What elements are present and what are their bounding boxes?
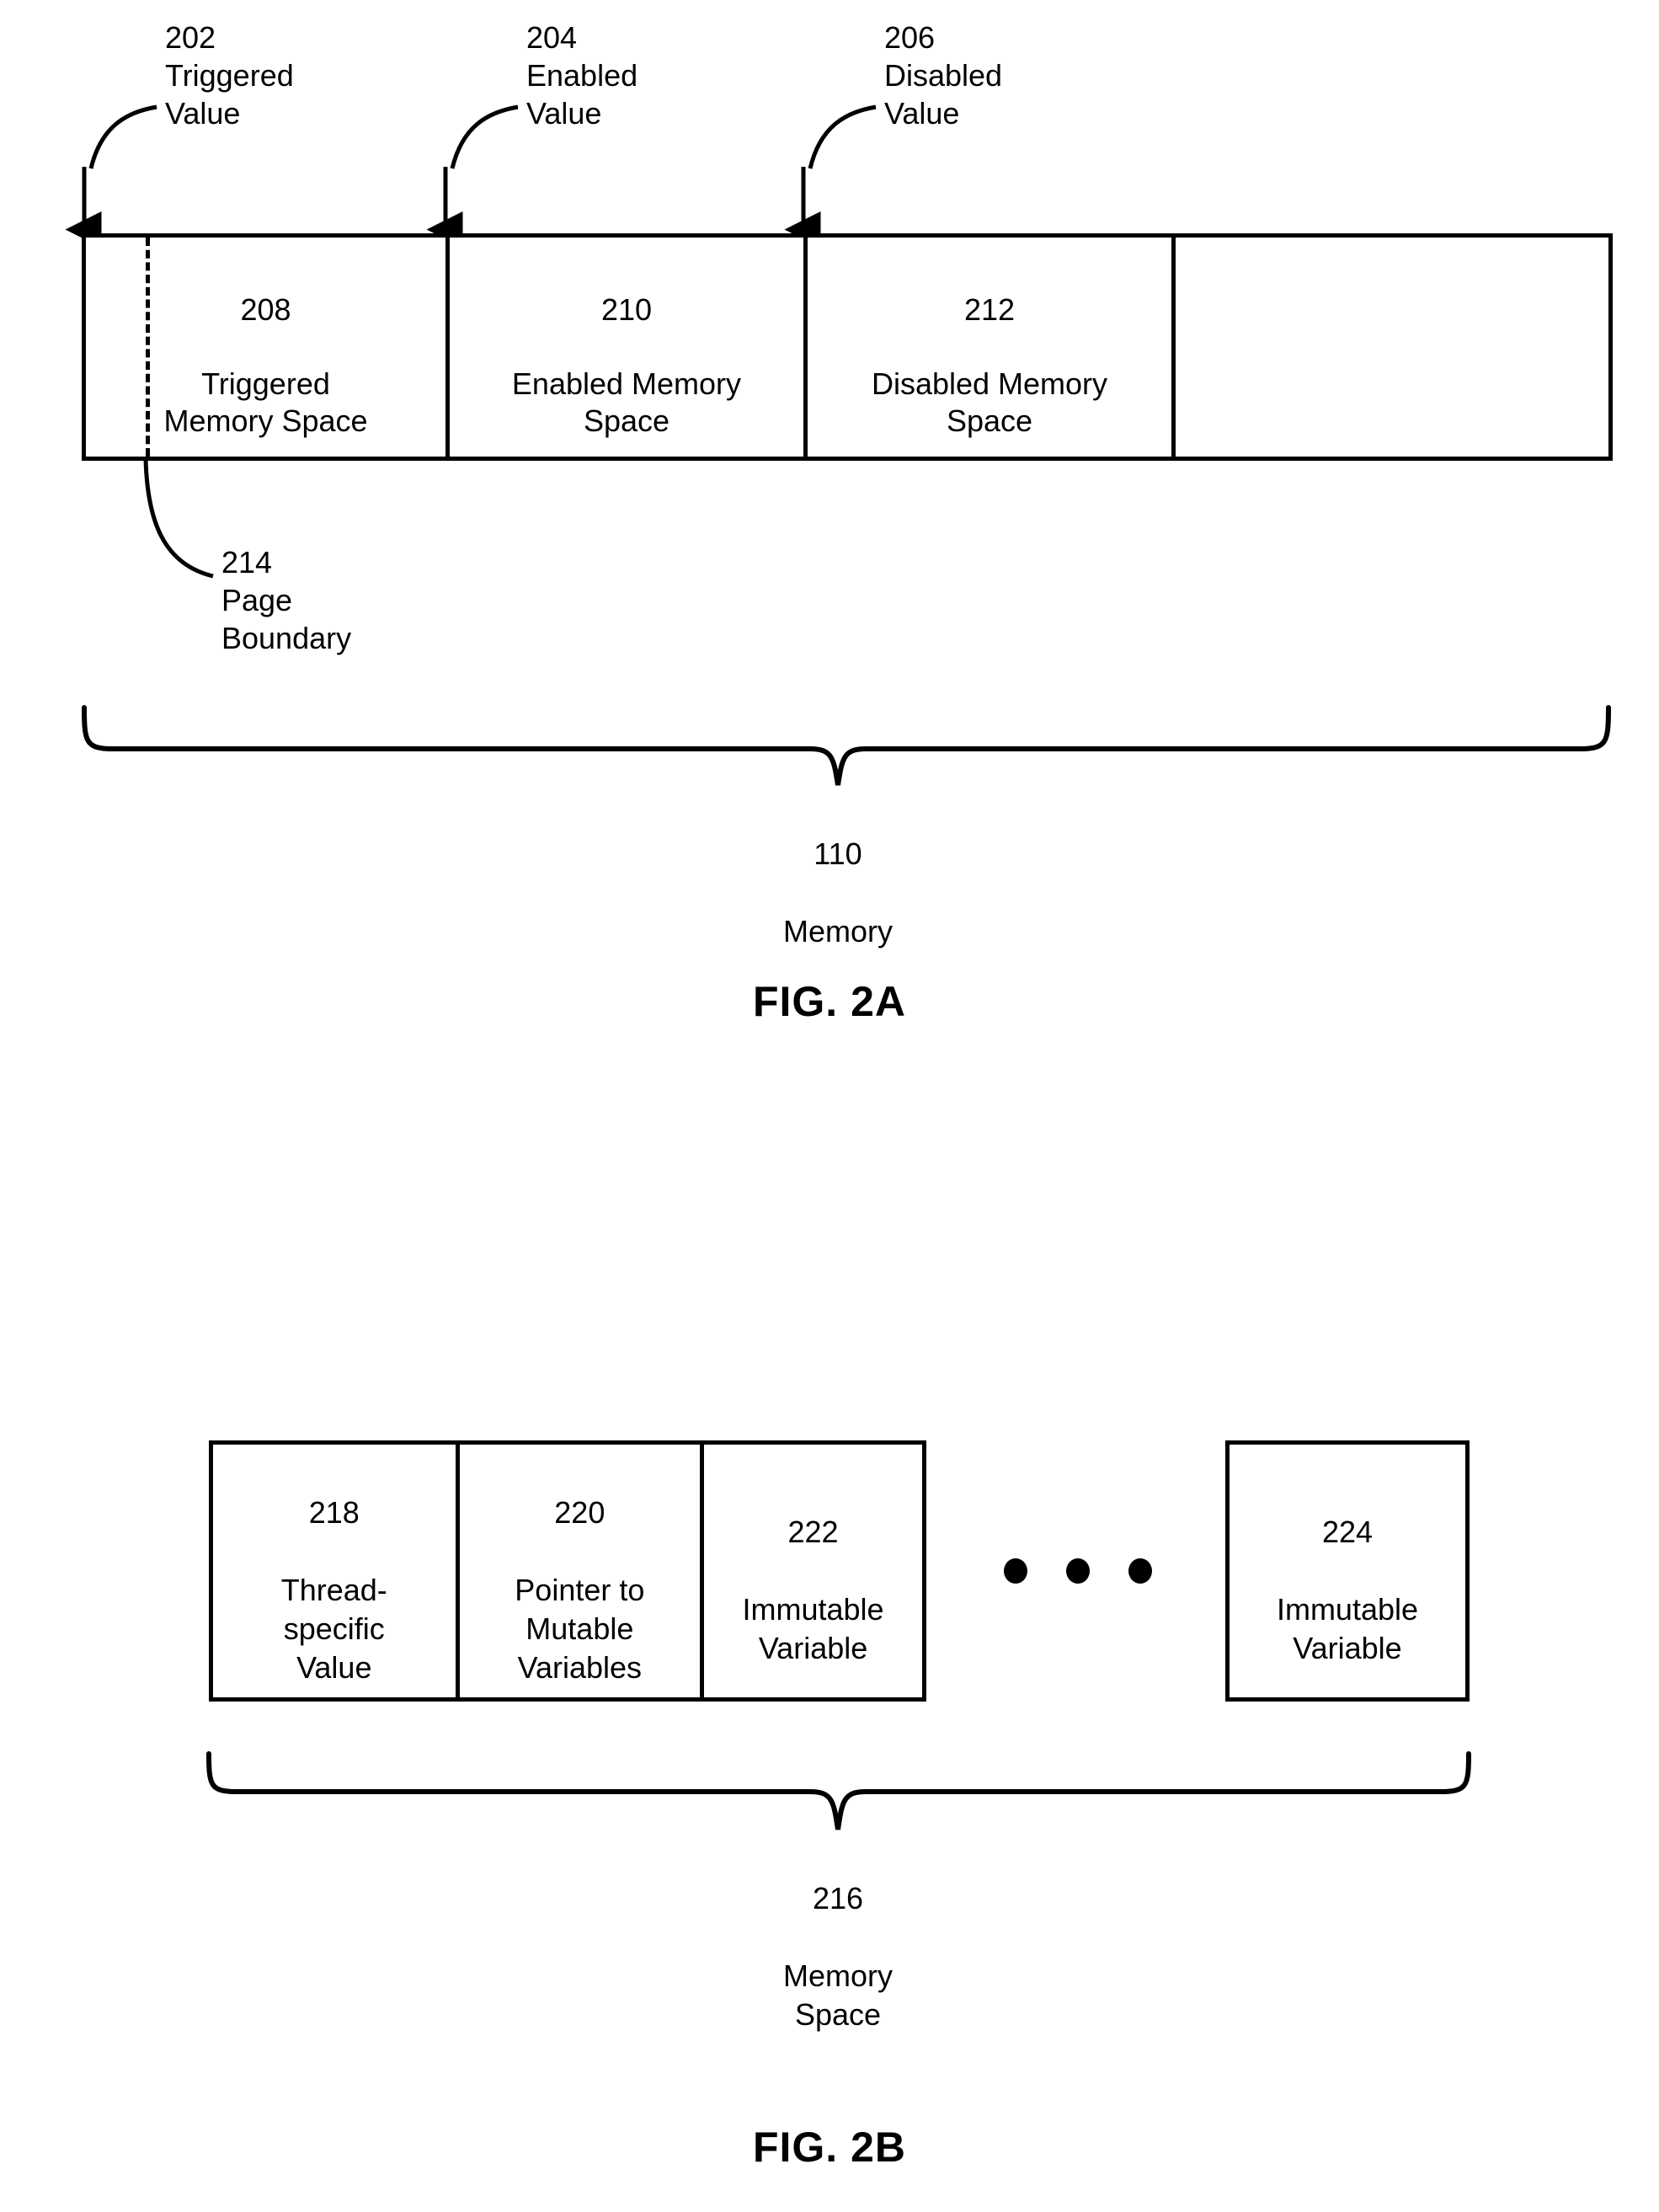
brace-216: [206, 1751, 1471, 1830]
page-boundary-ref-214: 214: [221, 545, 273, 580]
brace-110: [82, 705, 1611, 786]
memory-space-cell-222: 222 Immutable Variable: [704, 1445, 922, 1697]
callout-202: 202 Triggered Value: [165, 19, 294, 132]
brace-text-216: Memory Space: [782, 1958, 893, 2032]
memory-cell-212-ref: 212: [963, 292, 1016, 327]
memory-cell-208-text: 208 Triggered Memory Space: [163, 254, 367, 440]
memory-cell-212: 212 Disabled Memory Space: [808, 238, 1176, 457]
memory-space-group-216: 218 Thread- specific Value 220 Pointer t…: [209, 1440, 926, 1702]
memory-space-cell-222-text: 222 Immutable Variable: [743, 1474, 884, 1668]
brace-ref-110: 110: [813, 836, 862, 871]
patent-figure-sheet: 202 Triggered Value 204 Enabled Value 20…: [0, 0, 1659, 2212]
memory-space-cell-218-text: 218 Thread- specific Value: [281, 1455, 387, 1687]
leader-line-204: [450, 104, 519, 169]
leader-line-202: [88, 104, 157, 169]
memory-space-cell-218: 218 Thread- specific Value: [213, 1445, 460, 1697]
figure-title-2b: FIG. 2B: [752, 2124, 907, 2171]
brace-caption-216: 216 Memory Space: [712, 1841, 964, 2073]
memory-space-cell-220-text: 220 Pointer to Mutable Variables: [515, 1455, 644, 1687]
ellipsis-dots: [1004, 1558, 1152, 1584]
figure-title-2a: FIG. 2A: [752, 978, 907, 1025]
memory-cell-210-label: Enabled Memory Space: [511, 366, 742, 438]
page-boundary-line-214: [146, 238, 150, 457]
memory-cell-210-text: 210 Enabled Memory Space: [512, 254, 741, 440]
callout-206-text: Disabled Value: [884, 58, 1003, 131]
memory-cell-210: 210 Enabled Memory Space: [450, 238, 808, 457]
ellipsis-dot-icon: [1004, 1558, 1027, 1584]
callout-204-ref: 204: [526, 20, 578, 55]
memory-space-cell-218-ref: 218: [308, 1495, 360, 1530]
ellipsis-dot-icon: [1128, 1558, 1152, 1584]
memory-cell-212-label: Disabled Memory Space: [871, 366, 1108, 438]
page-boundary-text-214: Page Boundary: [221, 583, 352, 655]
memory-cell-212-text: 212 Disabled Memory Space: [872, 254, 1107, 440]
callout-204-text: Enabled Value: [526, 58, 638, 131]
memory-space-cell-218-label: Thread- specific Value: [280, 1573, 387, 1685]
memory-bar-110: 208 Triggered Memory Space 210 Enabled M…: [82, 233, 1613, 461]
memory-space-cell-220: 220 Pointer to Mutable Variables: [460, 1445, 705, 1697]
memory-space-cell-222-label: Immutable Variable: [742, 1592, 884, 1665]
memory-cell-208-ref: 208: [240, 292, 291, 327]
brace-caption-110: 110 Memory: [712, 796, 964, 990]
callout-206-ref: 206: [884, 20, 936, 55]
leader-line-214: [143, 458, 214, 579]
memory-space-cell-224-ref: 224: [1321, 1515, 1374, 1549]
leader-line-206: [808, 104, 877, 169]
callout-206: 206 Disabled Value: [884, 19, 1002, 132]
ellipsis-dot-icon: [1066, 1558, 1090, 1584]
memory-space-cell-222-ref: 222: [787, 1515, 839, 1549]
callout-202-text: Triggered Value: [165, 58, 294, 131]
memory-cell-empty: [1176, 238, 1608, 457]
memory-space-cell-220-ref: 220: [554, 1495, 605, 1530]
memory-space-cell-224-label: Immutable Variable: [1276, 1592, 1419, 1665]
memory-cell-208-label: Triggered Memory Space: [163, 366, 368, 438]
memory-cell-208: 208 Triggered Memory Space: [86, 238, 450, 457]
memory-cell-210-ref: 210: [600, 292, 653, 327]
memory-space-cell-220-label: Pointer to Mutable Variables: [515, 1573, 645, 1685]
callout-202-ref: 202: [165, 20, 216, 55]
brace-text-110: Memory: [782, 914, 893, 948]
brace-ref-216: 216: [812, 1881, 864, 1915]
memory-space-cell-224-text: 224 Immutable Variable: [1277, 1474, 1418, 1668]
page-boundary-caption-214: 214 Page Boundary: [221, 543, 351, 657]
callout-204: 204 Enabled Value: [526, 19, 637, 132]
memory-space-cell-224: 224 Immutable Variable: [1225, 1440, 1470, 1702]
